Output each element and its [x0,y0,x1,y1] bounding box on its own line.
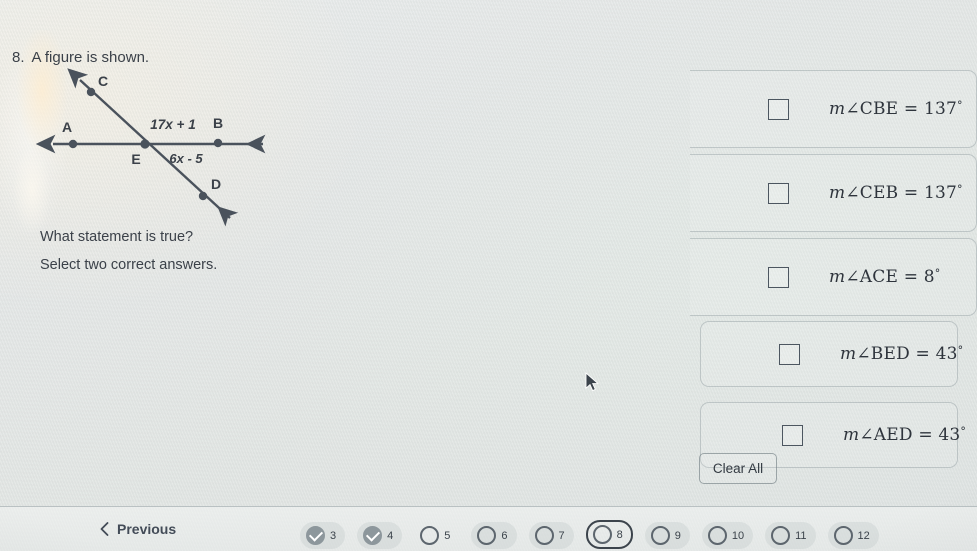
pager-item-9[interactable]: 9 [644,522,690,549]
label-b: B [213,115,223,131]
segment-cd [67,68,239,227]
instruction-text: Select two correct answers. [40,257,218,273]
pager-item-5[interactable]: 5 [414,522,459,549]
answer-option-3[interactable]: m∠ACE = 8° [690,238,977,316]
pager-item-7[interactable]: 7 [528,522,574,549]
pager-number-4: 4 [387,529,394,542]
answer-option-3-label: m∠ACE = 8° [829,267,941,287]
pager-item-3[interactable]: 3 [300,522,346,549]
label-a: A [62,119,72,135]
pager-status-circle-9 [650,526,670,545]
label-e: E [131,151,140,167]
pager-status-circle-7 [534,526,554,545]
checkbox-option-2[interactable] [768,182,789,204]
answer-option-2-label: m∠CEB = 137° [829,183,963,203]
label-d: D [211,176,221,192]
pager-status-circle-6 [477,526,497,545]
bottom-navigation-bar: Previous 3 4 5 6 7 8 9 10 11 12 [0,506,977,551]
pager-status-circle-10 [707,526,727,545]
pager-item-8[interactable]: 8 [585,520,633,549]
line-cd [67,68,239,227]
line-ab [35,134,266,154]
previous-button-label: Previous [117,521,177,537]
pager-number-6: 6 [501,529,508,542]
pager-item-11[interactable]: 11 [765,522,816,549]
point-c-dot [86,87,96,97]
answer-option-4[interactable]: m∠BED = 43° [700,321,963,387]
chevron-left-icon [100,522,109,536]
clear-all-button[interactable]: Clear All [699,453,777,484]
pager-status-circle-11 [771,526,791,545]
pager-status-circle-8 [592,525,612,544]
label-c: C [98,73,108,89]
expression-lower: 6x - 5 [169,151,203,166]
checkbox-option-5[interactable] [782,424,803,446]
question-pager: 3 4 5 6 7 8 9 10 11 12 [300,507,879,551]
answer-option-4-label: m∠BED = 43° [840,344,964,364]
answer-option-1-label: m∠CBE = 137° [829,99,963,119]
checkbox-option-3[interactable] [768,266,789,288]
checkbox-option-1[interactable] [768,98,789,120]
pager-item-12[interactable]: 12 [827,522,879,549]
pager-status-circle-5 [420,526,440,545]
pager-number-5: 5 [444,529,451,542]
point-e-dot [140,139,150,149]
answer-option-5-label: m∠AED = 43° [843,425,967,445]
pager-number-7: 7 [558,529,565,542]
pager-status-circle-12 [833,526,853,545]
intersecting-lines-diagram: A B C D E 17x + 1 6x - 5 [35,68,266,227]
question-panel: 8. A figure is shown. A B C D E 17x + 1 … [0,0,420,551]
pager-status-check-3 [306,526,325,545]
pager-number-3: 3 [330,529,337,542]
point-a-dot [68,139,78,149]
answer-option-1[interactable]: m∠CBE = 137° [690,70,977,148]
geometry-figure: A B C D E 17x + 1 6x - 5 [20,62,290,227]
pager-number-12: 12 [857,529,870,542]
pager-status-check-4 [363,526,383,545]
answer-option-2[interactable]: m∠CEB = 137° [690,154,977,232]
pager-number-8: 8 [616,528,623,541]
pager-item-6[interactable]: 6 [471,522,517,549]
checkbox-option-4[interactable] [779,343,800,365]
pager-item-4[interactable]: 4 [357,522,403,549]
question-text: What statement is true? [40,229,194,245]
pager-number-10: 10 [731,529,745,542]
point-b-dot [213,138,223,148]
expression-upper: 17x + 1 [150,117,195,132]
pager-number-11: 11 [795,529,807,542]
point-d-dot [198,191,208,201]
previous-button[interactable]: Previous [100,521,176,537]
pager-number-9: 9 [674,529,681,542]
pager-item-10[interactable]: 10 [701,522,754,549]
